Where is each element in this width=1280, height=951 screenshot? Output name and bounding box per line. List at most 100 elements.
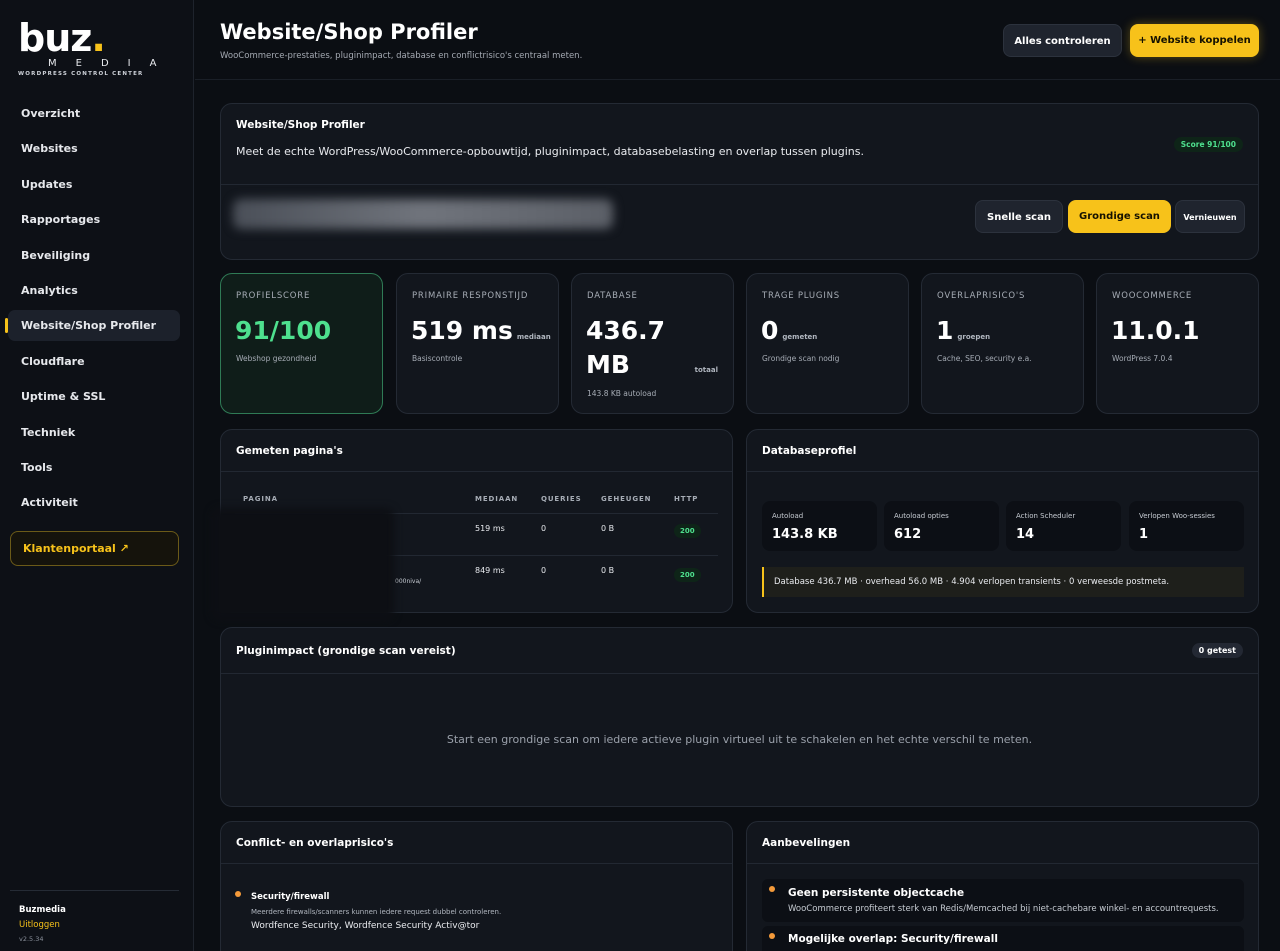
card-divider xyxy=(747,863,1258,864)
card-divider xyxy=(221,673,1258,674)
cell-median: 849 ms xyxy=(475,566,505,575)
stat-overlap-risks: OVERLAPRISICO'S 1 groepen Cache, SEO, sec… xyxy=(921,273,1084,414)
check-all-button[interactable]: Alles controleren xyxy=(1003,24,1122,57)
stat-database: DATABASE 436.7 MB totaal 143.8 KB autolo… xyxy=(571,273,734,414)
db-tile-value: 1 xyxy=(1139,527,1149,542)
stat-label: PROFIELSCORE xyxy=(236,291,311,301)
recommendation-item: Mogelijke overlap: Security/firewall xyxy=(762,926,1244,951)
stat-sub: WordPress 7.0.4 xyxy=(1112,354,1173,363)
stat-sub: Grondige scan nodig xyxy=(762,354,840,363)
card-divider xyxy=(747,471,1258,472)
refresh-button[interactable]: Vernieuwen xyxy=(1175,200,1245,233)
cell-page-url: 000niva/ xyxy=(395,578,422,585)
conflicts-card: Conflict- en overlaprisico's xyxy=(220,821,733,951)
sidebar-item-updates[interactable]: Updates xyxy=(8,169,180,200)
plugin-impact-card: Pluginimpact (grondige scan vereist) 0 g… xyxy=(220,627,1259,807)
warning-dot-icon xyxy=(769,933,775,939)
score-badge: Score 91/100 xyxy=(1173,137,1243,152)
sidebar-nav: Overzicht Websites Updates Rapportages B… xyxy=(0,98,194,523)
db-tile-action-scheduler: Action Scheduler 14 xyxy=(1006,501,1121,551)
cell-http-status: 200 xyxy=(674,524,701,538)
card-divider xyxy=(221,863,732,864)
deep-scan-button[interactable]: Grondige scan xyxy=(1068,200,1171,233)
client-portal-button[interactable]: Klantenportaal ↗ xyxy=(10,531,179,566)
warning-dot-icon xyxy=(235,891,241,897)
sidebar-item-websites[interactable]: Websites xyxy=(8,133,180,164)
stat-value-unit: MB xyxy=(586,350,630,379)
stat-sub: Webshop gezondheid xyxy=(236,354,317,363)
profiler-card-title: Website/Shop Profiler xyxy=(236,119,365,131)
stat-response-time: PRIMAIRE RESPONSTIJD 519 ms mediaan Basis… xyxy=(396,273,559,414)
page-header: Website/Shop Profiler WooCommerce-presta… xyxy=(195,0,1280,80)
app-version: v2.5.34 xyxy=(19,935,44,943)
sidebar-item-cloudflare[interactable]: Cloudflare xyxy=(8,346,180,377)
stat-sub: Cache, SEO, security e.a. xyxy=(937,354,1032,363)
col-header-memory: GEHEUGEN xyxy=(601,495,652,503)
logo-wordmark: buz. xyxy=(18,16,106,60)
cell-queries: 0 xyxy=(541,566,547,575)
sidebar: buz. MEDIA WORDPRESS CONTROL CENTER Over… xyxy=(0,0,194,951)
conflicts-title: Conflict- en overlaprisico's xyxy=(236,837,394,849)
logout-link[interactable]: Uitloggen xyxy=(19,920,179,930)
sidebar-item-overzicht[interactable]: Overzicht xyxy=(8,98,180,129)
sidebar-item-activiteit[interactable]: Activiteit xyxy=(8,487,180,518)
stat-label: PRIMAIRE RESPONSTIJD xyxy=(412,291,529,301)
sidebar-item-techniek[interactable]: Techniek xyxy=(8,417,180,448)
db-tile-label: Autoload xyxy=(772,512,804,520)
col-header-queries: QUERIES xyxy=(541,495,582,503)
sidebar-item-rapportages[interactable]: Rapportages xyxy=(8,204,180,235)
logo-media-text: MEDIA xyxy=(48,58,176,69)
brand-logo[interactable]: buz. MEDIA WORDPRESS CONTROL CENTER xyxy=(18,18,158,88)
conflict-description: Meerdere firewalls/scanners kunnen ieder… xyxy=(251,908,502,916)
stat-sub: 143.8 KB autoload xyxy=(587,389,657,398)
quick-scan-button[interactable]: Snelle scan xyxy=(975,200,1063,233)
cell-memory: 0 B xyxy=(601,566,615,575)
stat-sub: Basiscontrole xyxy=(412,354,463,363)
user-name: Buzmedia xyxy=(19,905,66,915)
db-tile-label: Action Scheduler xyxy=(1016,512,1076,520)
stat-slow-plugins: TRAGE PLUGINS 0 gemeten Grondige scan nod… xyxy=(746,273,909,414)
stat-value: 0 gemeten xyxy=(761,316,818,345)
sidebar-item-analytics[interactable]: Analytics xyxy=(8,275,180,306)
stat-profile-score: PROFIELSCORE 91/100 Webshop gezondheid xyxy=(220,273,383,414)
col-header-median: MEDIAAN xyxy=(475,495,519,503)
stat-label: DATABASE xyxy=(587,291,638,301)
stat-label: OVERLAPRISICO'S xyxy=(937,291,1026,301)
recommendation-item: Geen persistente objectcache WooCommerce… xyxy=(762,879,1244,922)
tested-count-badge: 0 getest xyxy=(1191,643,1243,658)
sidebar-item-profiler[interactable]: Website/Shop Profiler xyxy=(5,310,180,342)
recommendation-title: Geen persistente objectcache xyxy=(788,887,965,899)
connect-website-button[interactable]: + Website koppelen xyxy=(1130,24,1259,57)
sidebar-item-tools[interactable]: Tools xyxy=(8,452,180,483)
database-summary-note: Database 436.7 MB · overhead 56.0 MB · 4… xyxy=(762,567,1244,597)
sidebar-item-uptime-ssl[interactable]: Uptime & SSL xyxy=(8,381,180,412)
cell-queries: 0 xyxy=(541,524,547,533)
stat-value: 1 groepen xyxy=(936,316,991,345)
stat-woocommerce: WOOCOMMERCE 11.0.1 WordPress 7.0.4 xyxy=(1096,273,1259,414)
stat-value: 91/100 xyxy=(235,316,332,345)
conflict-plugins: Wordfence Security, Wordfence Security A… xyxy=(251,921,480,931)
profiler-card-description: Meet de echte WordPress/WooCommerce-opbo… xyxy=(236,145,864,158)
stat-value: 436.7 xyxy=(586,316,666,345)
app-root: buz. MEDIA WORDPRESS CONTROL CENTER Over… xyxy=(0,0,1280,951)
stat-label: WOOCOMMERCE xyxy=(1112,291,1193,301)
db-tile-value: 612 xyxy=(894,527,922,542)
recommendation-title: Mogelijke overlap: Security/firewall xyxy=(788,933,998,945)
recommendation-description: WooCommerce profiteert sterk van Redis/M… xyxy=(788,904,1219,914)
cell-http-status: 200 xyxy=(674,568,701,582)
stat-value: 519 ms mediaan xyxy=(411,316,551,345)
plugin-impact-title: Pluginimpact (grondige scan vereist) xyxy=(236,645,456,657)
recommendations-title: Aanbevelingen xyxy=(762,837,851,849)
logo-tagline: WORDPRESS CONTROL CENTER xyxy=(18,71,144,77)
db-tile-value: 143.8 KB xyxy=(772,527,838,542)
stat-value: 11.0.1 xyxy=(1111,316,1200,345)
profiler-card-divider xyxy=(221,184,1258,185)
cell-memory: 0 B xyxy=(601,524,615,533)
sidebar-item-beveiliging[interactable]: Beveiliging xyxy=(8,240,180,271)
db-tile-label: Autoload opties xyxy=(894,512,949,520)
page-subtitle: WooCommerce-prestaties, pluginimpact, da… xyxy=(220,51,583,61)
site-selector[interactable] xyxy=(233,199,613,229)
sidebar-footer: Buzmedia Uitloggen v2.5.34 xyxy=(10,890,179,943)
col-header-page: PAGINA xyxy=(243,495,278,503)
db-tile-label: Verlopen Woo-sessies xyxy=(1139,512,1215,520)
